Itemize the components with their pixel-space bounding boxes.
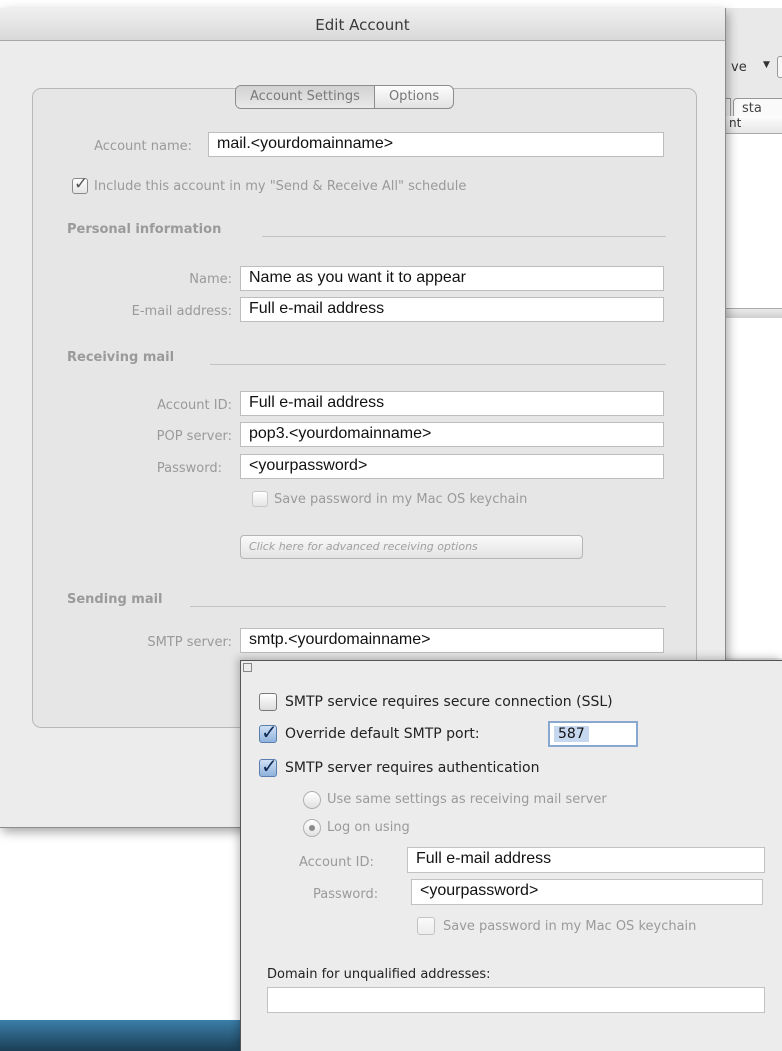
tab-account-settings[interactable]: Account Settings: [236, 86, 375, 108]
pop-server-label: POP server:: [156, 429, 232, 444]
smtp-account-id-field[interactable]: Full e-mail address: [407, 847, 765, 873]
smtp-password-label: Password:: [313, 887, 379, 902]
email-field[interactable]: Full e-mail address: [240, 297, 664, 322]
receiving-mail-heading: Receiving mail: [67, 350, 175, 365]
smtp-password-field[interactable]: <yourpassword>: [411, 879, 763, 905]
domain-field[interactable]: [267, 987, 765, 1013]
same-settings-radio[interactable]: [303, 791, 321, 809]
section-divider: [262, 236, 666, 237]
include-schedule-label: Include this account in my "Send & Recei…: [94, 179, 467, 194]
tab-options[interactable]: Options: [375, 86, 453, 108]
override-port-checkbox[interactable]: ✓: [259, 720, 278, 744]
window-title: Edit Account: [315, 16, 410, 34]
pop-server-field[interactable]: pop3.<yourdomainname>: [240, 422, 664, 447]
toolbar-fragment: ve: [731, 60, 747, 75]
smtp-options-dialog: SMTP service requires secure connection …: [240, 660, 782, 1051]
smtp-auth-label: SMTP server requires authentication: [285, 760, 540, 776]
account-id-field[interactable]: Full e-mail address: [240, 391, 664, 416]
name-field[interactable]: Name as you want it to appear: [240, 266, 664, 291]
account-name-label: Account name:: [94, 139, 192, 154]
smtp-keychain-checkbox[interactable]: [417, 917, 435, 935]
password-field[interactable]: <yourpassword>: [240, 454, 664, 479]
preview-pane: [725, 318, 782, 658]
checkmark-icon: ✓: [261, 754, 278, 778]
domain-label: Domain for unqualified addresses:: [267, 967, 491, 982]
receive-keychain-checkbox[interactable]: [252, 491, 268, 507]
ssl-checkbox[interactable]: [259, 693, 277, 711]
personal-info-heading: Personal information: [67, 222, 222, 237]
email-label: E-mail address:: [131, 304, 232, 319]
advanced-receiving-button[interactable]: Click here for advanced receiving option…: [240, 535, 583, 559]
column-header[interactable]: nt: [725, 116, 782, 134]
name-label: Name:: [189, 272, 232, 287]
receive-keychain-label: Save password in my Mac OS keychain: [274, 492, 528, 507]
port-value: 587: [554, 726, 589, 742]
log-on-using-radio[interactable]: [303, 819, 321, 837]
password-label: Password:: [156, 461, 222, 476]
smtp-auth-checkbox[interactable]: ✓: [259, 754, 278, 778]
smtp-keychain-label: Save password in my Mac OS keychain: [443, 919, 697, 934]
resize-corner-icon: [243, 663, 252, 672]
ssl-label: SMTP service requires secure connection …: [285, 694, 613, 710]
include-schedule-checkbox[interactable]: ✓: [72, 174, 88, 194]
checkmark-icon: ✓: [261, 720, 278, 744]
smtp-server-label: SMTP server:: [147, 635, 232, 650]
log-on-using-label: Log on using: [327, 820, 410, 835]
checkmark-icon: ✓: [74, 174, 89, 194]
toolbar-button[interactable]: [777, 56, 782, 78]
override-port-label: Override default SMTP port:: [285, 726, 480, 742]
toolbar-dropdown-icon[interactable]: ▼: [763, 60, 770, 70]
radio-dot-icon: [309, 825, 315, 831]
message-list: [725, 116, 782, 316]
account-id-label: Account ID:: [157, 398, 232, 413]
sending-mail-heading: Sending mail: [67, 592, 163, 607]
section-divider: [190, 606, 666, 607]
section-divider: [210, 364, 666, 365]
tab-bar: Account Settings Options: [235, 85, 455, 109]
smtp-account-id-label: Account ID:: [299, 855, 374, 870]
title-bar[interactable]: Edit Account: [0, 8, 725, 41]
desktop-dock-strip: [0, 1020, 250, 1051]
same-settings-label: Use same settings as receiving mail serv…: [327, 792, 607, 807]
pane-divider[interactable]: [725, 308, 782, 318]
smtp-port-field[interactable]: 587: [548, 721, 638, 747]
smtp-server-field[interactable]: smtp.<yourdomainname>: [240, 628, 664, 653]
account-name-field[interactable]: mail.<yourdomainname>: [208, 132, 664, 157]
